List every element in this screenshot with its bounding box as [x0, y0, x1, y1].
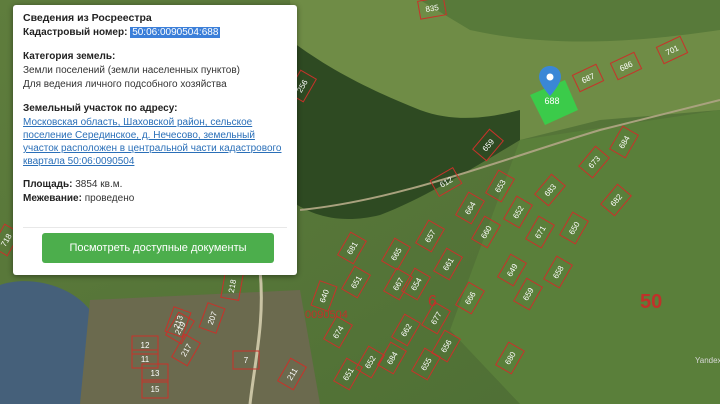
village-area [80, 290, 320, 404]
map-watermark: Yandex [695, 356, 720, 365]
district-label: 6 [428, 293, 437, 310]
category-line-1: Земли поселений (земли населенных пункто… [23, 65, 241, 76]
cadastral-info-panel: Сведения из Росреестра Кадастровый номер… [13, 5, 297, 275]
category-label: Категория земель: [23, 51, 116, 62]
quarter-label: 0090504 [305, 309, 348, 321]
panel-title: Сведения из Росреестра [23, 12, 152, 24]
selected-parcel-label: 688 [544, 96, 559, 106]
address-line-2[interactable]: поселение Серединское, д. Нечесово, земе… [23, 129, 287, 142]
area-label: Площадь: [23, 179, 73, 190]
cadastral-number-row: Кадастровый номер: 50:06:0090504:688 [23, 26, 287, 39]
survey-value: проведено [84, 193, 135, 204]
region-label: 50 [640, 291, 662, 313]
parcel-number-label: 15 [151, 385, 160, 394]
parcel-number-label: 11 [141, 355, 150, 364]
survey-row: Межевание: проведено [23, 192, 287, 205]
cadastral-number-label: Кадастровый номер: [23, 27, 128, 38]
address-line-1[interactable]: Московская область, Шаховской район, сел… [23, 116, 287, 129]
address-link[interactable]: Московская область, Шаховской район, сел… [23, 116, 287, 168]
address-line-4[interactable]: квартала 50:06:0090504 [23, 155, 287, 168]
parcel-number-label: 12 [141, 341, 150, 350]
address-line-3[interactable]: участок расположен в центральной части к… [23, 142, 287, 155]
area-value: 3854 кв.м. [75, 179, 123, 190]
survey-label: Межевание: [23, 193, 82, 204]
cadastral-number-value[interactable]: 50:06:0090504:688 [130, 27, 221, 38]
address-label: Земельный участок по адресу: [23, 103, 178, 114]
parcel-number-label: 13 [151, 369, 160, 378]
parcel-number-label: 7 [244, 356, 249, 365]
panel-divider [23, 227, 287, 228]
area-row: Площадь: 3854 кв.м. [23, 178, 287, 191]
category-line-2: Для ведения личного подсобного хозяйства [23, 79, 227, 90]
view-documents-button[interactable]: Посмотреть доступные документы [42, 233, 274, 263]
